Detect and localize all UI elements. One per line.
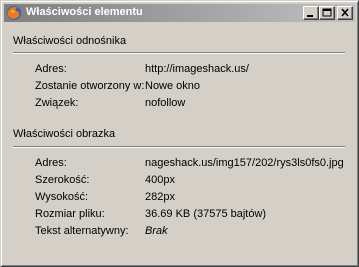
image-width-value: 400px <box>145 174 175 186</box>
firefox-icon <box>6 5 22 21</box>
image-filesize-value: 36.69 KB (37575 bajtów) <box>145 208 267 220</box>
image-section-title: Właściwości obrazka <box>13 128 116 140</box>
link-section-title: Właściwości odnośnika <box>13 35 127 47</box>
image-address-value: nageshack.us/img157/202/rys3ls0fs0.jpg <box>145 157 344 169</box>
image-height-value: 282px <box>145 191 175 203</box>
title-bar[interactable]: Właściwości elementu <box>4 4 355 22</box>
link-target-label: Zostanie otworzony w: <box>35 80 145 92</box>
image-alt-label: Tekst alternatywny: <box>35 225 129 237</box>
close-button[interactable] <box>337 6 353 20</box>
image-section-separator <box>13 146 345 148</box>
image-address-label: Adres: <box>35 157 67 169</box>
link-relation-label: Związek: <box>35 97 79 109</box>
link-relation-value: nofollow <box>145 97 186 109</box>
maximize-button[interactable] <box>319 6 335 20</box>
link-target-value: Nowe okno <box>145 80 201 92</box>
link-address-value: http://imageshack.us/ <box>145 63 249 75</box>
link-address-label: Adres: <box>35 63 67 75</box>
image-filesize-label: Rozmiar pliku: <box>35 208 105 220</box>
link-section-separator <box>13 52 345 54</box>
minimize-button[interactable] <box>303 6 319 20</box>
image-alt-value: Brak <box>145 225 168 237</box>
properties-window: Właściwości elementu Właściwości odnośni… <box>0 0 359 267</box>
image-width-label: Szerokość: <box>35 174 90 186</box>
image-height-label: Wysokość: <box>35 191 89 203</box>
window-title: Właściwości elementu <box>26 6 143 18</box>
